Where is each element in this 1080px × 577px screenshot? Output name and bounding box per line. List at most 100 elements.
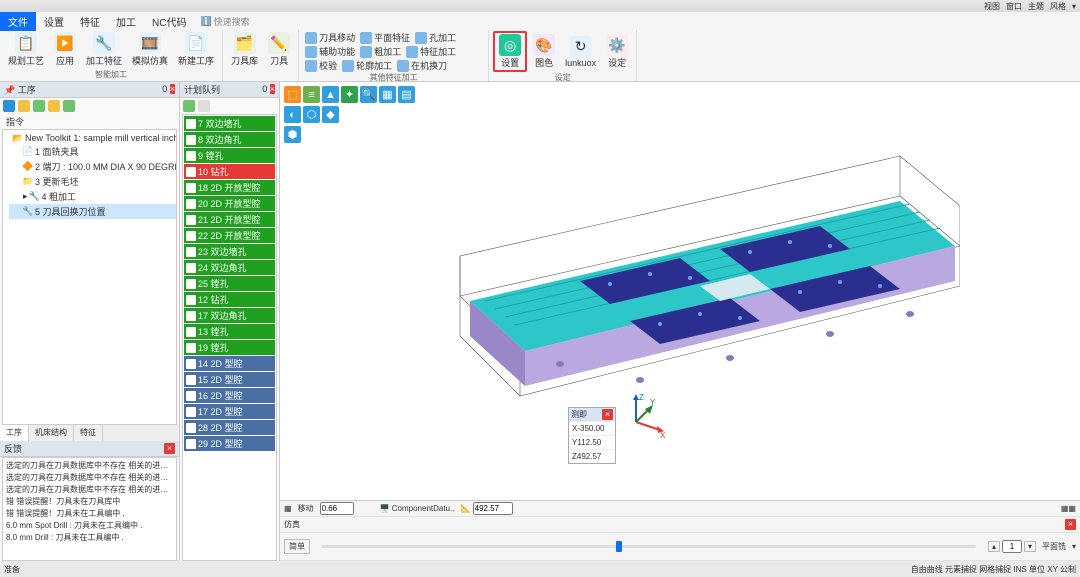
op-row[interactable]: 18 2D 开放型腔 — [184, 180, 275, 195]
move-input[interactable] — [320, 502, 354, 515]
left-tab-workorder[interactable]: 工序 — [0, 425, 29, 441]
vp-btn-6[interactable]: ▤ — [398, 86, 415, 103]
op-row[interactable]: 24 双边角孔 — [184, 260, 275, 275]
tb-icon-2[interactable] — [18, 100, 30, 112]
vp-btn-10[interactable]: ⬢ — [284, 126, 301, 143]
quick-search[interactable]: ℹ️快速搜索 — [200, 15, 249, 28]
tree-item-3[interactable]: 📁3 更新毛坯 — [9, 174, 176, 189]
op-row[interactable]: 7 双边墙孔 — [184, 116, 275, 131]
ribbon-btn-tool[interactable]: ✏️刀具 — [264, 31, 294, 68]
vp-btn-0[interactable]: ⬚ — [284, 86, 301, 103]
title-opt-3[interactable]: 风格 — [1050, 1, 1066, 12]
op-row[interactable]: 17 双边角孔 — [184, 308, 275, 323]
sim-slider[interactable] — [322, 545, 976, 548]
vp-btn-8[interactable]: ⬡ — [303, 106, 320, 123]
grid-icon[interactable]: ▦▦ — [1061, 504, 1076, 513]
chip-label[interactable]: ComponentDatu.. — [392, 504, 455, 513]
ribbon-sm-0[interactable]: 刀具移动 — [303, 31, 357, 44]
vp-btn-5[interactable]: ▦ — [379, 86, 396, 103]
mode-label[interactable]: 平面铣 — [1042, 541, 1066, 552]
tb-icon-4[interactable] — [48, 100, 60, 112]
tree-item-4[interactable]: ▸🔧4 粗加工 — [9, 189, 176, 204]
ribbon-btn-plan[interactable]: 📋规划工艺 — [4, 31, 48, 68]
ribbon-btn-toollib[interactable]: 🗂️刀具库 — [227, 31, 262, 68]
status-item[interactable]: XY — [1047, 565, 1058, 574]
scene-3d[interactable]: ⬚ ≡ ▲ ✦ 🔍 ▦ ▤ ◐ ⬡ ◆ ⬢ — [280, 82, 1080, 500]
tb-icon[interactable] — [183, 100, 195, 112]
op-list[interactable]: 7 双边墙孔8 双边角孔9 镗孔10 钻孔18 2D 开放型腔20 2D 开放型… — [182, 114, 277, 561]
title-opt-2[interactable]: 主题 — [1028, 1, 1044, 12]
status-item[interactable]: 元素捕捉 — [945, 565, 977, 574]
op-row[interactable]: 16 2D 型腔 — [184, 388, 275, 403]
expand-icon[interactable]: ▸ — [23, 191, 28, 202]
tb-icon-3[interactable] — [33, 100, 45, 112]
ribbon-btn-sim[interactable]: 🎞️模拟仿真 — [128, 31, 172, 68]
status-item[interactable]: INS — [1013, 565, 1026, 574]
ribbon-btn-newop[interactable]: 📄新建工序 — [174, 31, 218, 68]
ribbon-btn-setup[interactable]: ◎设置 — [493, 31, 527, 72]
coord-input[interactable] — [473, 502, 513, 515]
chevron-down-icon[interactable]: ▾ — [1072, 542, 1076, 551]
close-icon[interactable]: × — [270, 84, 275, 94]
chevron-down-icon[interactable]: ▾ — [1072, 2, 1076, 11]
vp-btn-9[interactable]: ◆ — [322, 106, 339, 123]
ribbon-sm-7[interactable]: 特征加工 — [404, 45, 458, 58]
step-down[interactable]: ▾ — [1024, 541, 1036, 552]
vp-btn-2[interactable]: ▲ — [322, 86, 339, 103]
title-opt-0[interactable]: 视图 — [984, 1, 1000, 12]
op-row[interactable]: 15 2D 型腔 — [184, 372, 275, 387]
step-input[interactable] — [1002, 540, 1022, 553]
tree-root[interactable]: 📂New Toolkit 1: sample mill vertical inc… — [9, 132, 176, 144]
ribbon-btn-apply[interactable]: ▶️应用 — [50, 31, 80, 68]
tb-icon-1[interactable] — [3, 100, 15, 112]
workorder-tree[interactable]: 📂New Toolkit 1: sample mill vertical inc… — [2, 129, 177, 425]
left-tab-machine[interactable]: 机床结构 — [29, 425, 74, 441]
status-item[interactable]: 自由曲线 — [911, 565, 943, 574]
close-icon[interactable]: × — [164, 443, 175, 454]
op-row[interactable]: 19 镗孔 — [184, 340, 275, 355]
op-row[interactable]: 14 2D 型腔 — [184, 356, 275, 371]
tb-icon[interactable] — [198, 100, 210, 112]
op-row[interactable]: 17 2D 型腔 — [184, 404, 275, 419]
op-row[interactable]: 9 镗孔 — [184, 148, 275, 163]
menu-tab-nc[interactable]: NC代码 — [144, 12, 194, 31]
feedback-list[interactable]: 选定的刀具在刀具数据库中不存在 相关的进给速度和主轴转 选定的刀具在刀具数据库中… — [2, 457, 177, 561]
op-row[interactable]: 23 双边墙孔 — [184, 244, 275, 259]
op-row[interactable]: 12 钻孔 — [184, 292, 275, 307]
op-row[interactable]: 25 镗孔 — [184, 276, 275, 291]
title-opt-1[interactable]: 窗口 — [1006, 1, 1022, 12]
vp-btn-3[interactable]: ✦ — [341, 86, 358, 103]
op-row[interactable]: 29 2D 型腔 — [184, 436, 275, 451]
step-up[interactable]: ▴ — [988, 541, 1000, 552]
ribbon-btn-lunkuox[interactable]: ↻lunkuox — [561, 31, 600, 72]
step-stepper[interactable]: ▴ ▾ — [988, 540, 1036, 553]
op-row[interactable]: 13 镗孔 — [184, 324, 275, 339]
ribbon-sm-3[interactable]: 平面特征 — [358, 31, 412, 44]
ribbon-sm-1[interactable]: 辅助功能 — [303, 45, 357, 58]
menu-tab-file[interactable]: 文件 — [0, 12, 36, 31]
ribbon-btn-setting[interactable]: ⚙️设定 — [602, 31, 632, 72]
simple-button[interactable]: 简单 — [284, 539, 310, 554]
ribbon-sm-6[interactable]: 孔加工 — [413, 31, 458, 44]
ribbon-sm-2[interactable]: 校验 — [303, 59, 339, 72]
close-icon[interactable]: × — [602, 409, 613, 420]
tree-item-2[interactable]: 🔶2 端刀 : 100.0 MM DIA X 90 DEGREE FACE MI… — [9, 159, 176, 174]
op-row[interactable]: 28 2D 型腔 — [184, 420, 275, 435]
vp-btn-1[interactable]: ≡ — [303, 86, 320, 103]
op-row[interactable]: 21 2D 开放型腔 — [184, 212, 275, 227]
vp-btn-7[interactable]: ◐ — [284, 106, 301, 123]
tree-item-5[interactable]: 🔧5 刀具回换刀位置 — [9, 204, 176, 219]
menu-tab-settings[interactable]: 设置 — [36, 12, 72, 31]
ribbon-sm-4[interactable]: 粗加工 — [358, 45, 403, 58]
menu-tab-process[interactable]: 加工 — [108, 12, 144, 31]
op-row[interactable]: 22 2D 开放型腔 — [184, 228, 275, 243]
coord-readout[interactable]: 测即× X-350.00 Y112.50 Z492.57 — [568, 407, 616, 464]
ribbon-btn-color[interactable]: 🎨图色 — [529, 31, 559, 72]
status-item[interactable]: 网格捕捉 — [979, 565, 1011, 574]
close-icon[interactable]: × — [1065, 519, 1076, 530]
ribbon-sm-5[interactable]: 轮廓加工 — [340, 59, 394, 72]
tb-icon-5[interactable] — [63, 100, 75, 112]
op-row[interactable]: 10 钻孔 — [184, 164, 275, 179]
ribbon-sm-8[interactable]: 在机换刀 — [395, 59, 449, 72]
tree-item-1[interactable]: 📄1 面铣夹具 — [9, 144, 176, 159]
